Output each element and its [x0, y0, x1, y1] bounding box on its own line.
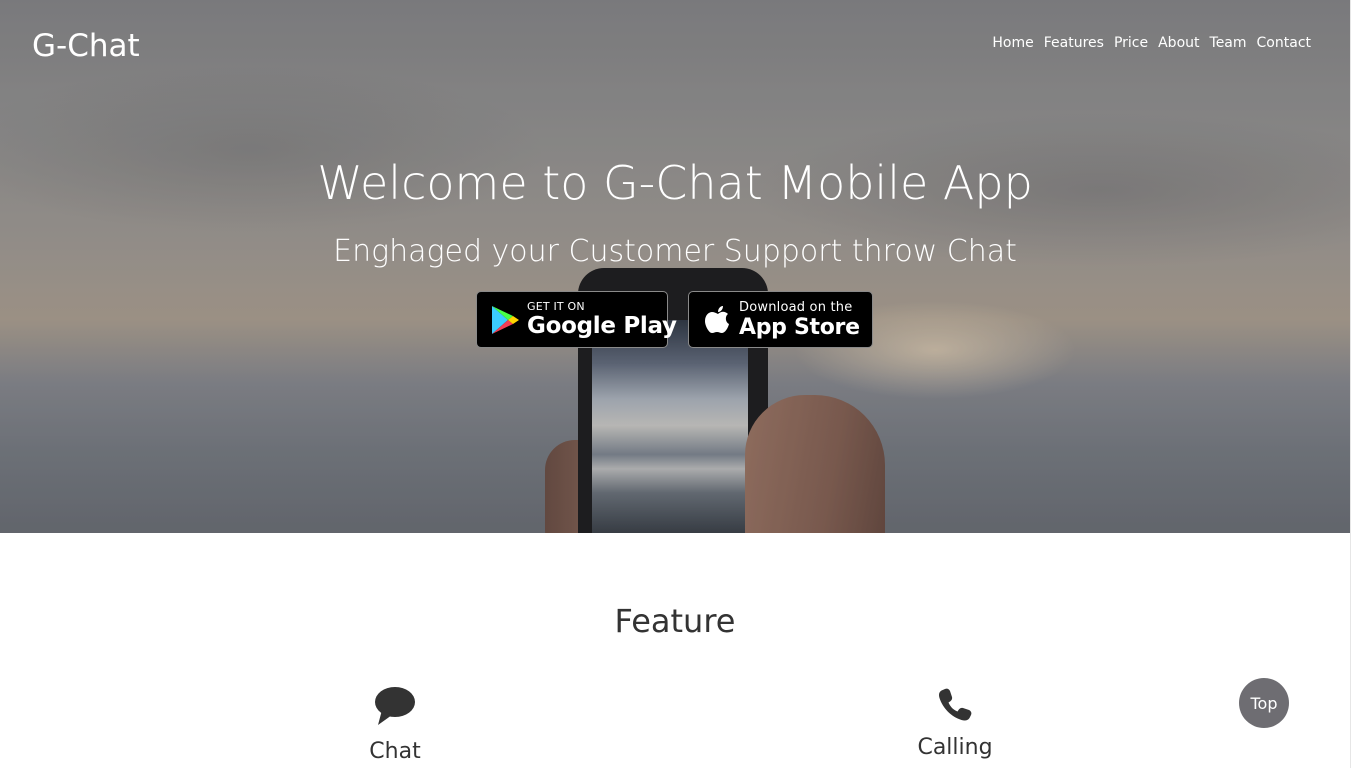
nav-team[interactable]: Team	[1210, 35, 1247, 51]
nav-features[interactable]: Features	[1044, 35, 1104, 51]
hero-subtitle: Enghaged your Customer Support throw Cha…	[333, 234, 1017, 269]
apple-icon	[705, 305, 729, 333]
brand-logo[interactable]: G-Chat	[32, 28, 140, 64]
app-store-small-text: Download on the	[739, 299, 853, 315]
nav-home[interactable]: Home	[992, 35, 1033, 51]
nav-about[interactable]: About	[1158, 35, 1199, 51]
features-heading: Feature	[614, 602, 736, 640]
google-play-icon	[492, 305, 519, 334]
chat-bubble-icon	[375, 687, 415, 725]
feature-chat: Chat	[295, 686, 495, 764]
hero-title: Welcome to G-Chat Mobile App	[317, 156, 1033, 210]
google-play-label: Google Play	[527, 313, 677, 339]
scroll-to-top-button[interactable]: Top	[1239, 678, 1289, 728]
nav-contact[interactable]: Contact	[1257, 35, 1311, 51]
feature-calling-label: Calling	[917, 735, 993, 760]
main-nav: Home Features Price About Team Contact	[992, 35, 1311, 51]
hero-section: G-Chat Home Features Price About Team Co…	[0, 0, 1350, 533]
app-store-label: App Store	[739, 314, 860, 340]
feature-calling: Calling	[855, 686, 1055, 760]
google-play-small-text: GET IT ON	[527, 300, 585, 313]
phone-icon	[939, 688, 972, 721]
feature-chat-label: Chat	[369, 739, 421, 764]
google-play-button[interactable]: GET IT ON Google Play	[476, 291, 677, 348]
nav-price[interactable]: Price	[1114, 35, 1148, 51]
app-store-button[interactable]: Download on the App Store	[688, 291, 873, 348]
